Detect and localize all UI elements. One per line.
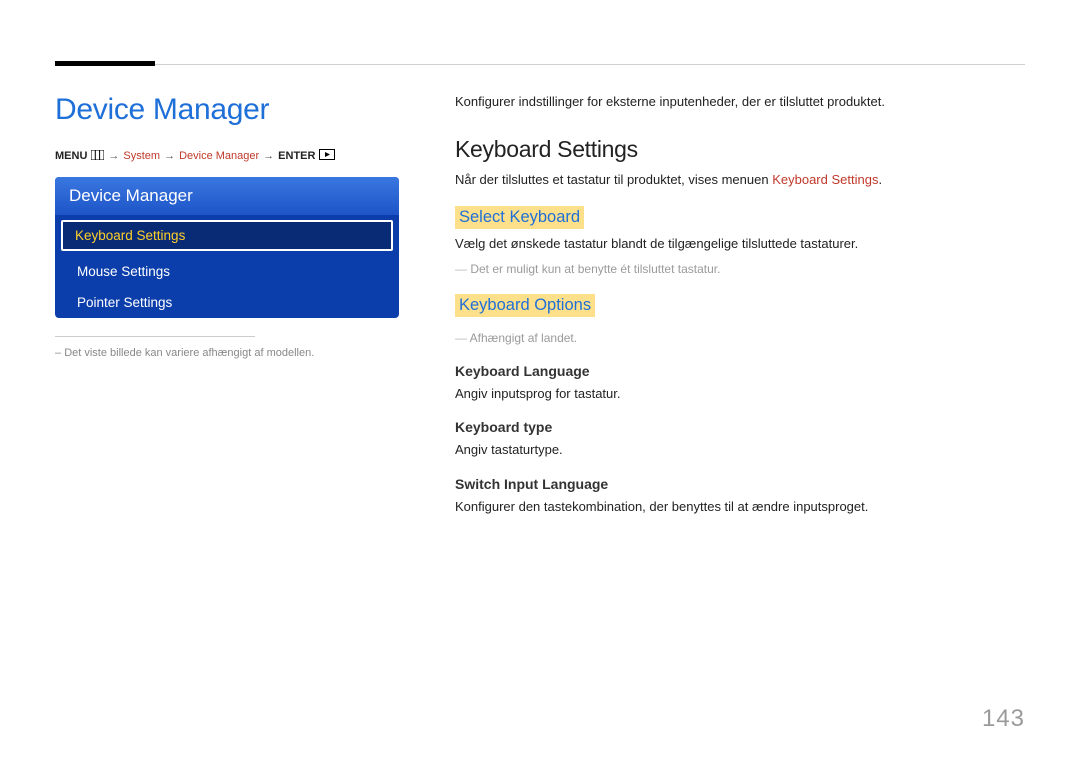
top-rule [55, 55, 1025, 67]
device-manager-menu: Device Manager Keyboard Settings Mouse S… [55, 177, 399, 318]
columns: Device Manager MENU → System → Device Ma… [55, 93, 1025, 517]
breadcrumb: MENU → System → Device Manager → ENTER [55, 149, 399, 163]
subheading-keyboard-options: Keyboard Options [455, 294, 595, 317]
page: Device Manager MENU → System → Device Ma… [0, 0, 1080, 763]
intro-text: Konfigurer indstillinger for eksterne in… [455, 93, 1025, 112]
menu-item-keyboard-settings[interactable]: Keyboard Settings [61, 220, 393, 251]
section-desc-pre: Når der tilsluttes et tastatur til produ… [455, 172, 772, 187]
arrow-icon: → [164, 150, 175, 162]
keyboard-type-desc: Angiv tastaturtype. [455, 441, 1025, 460]
section-desc: Når der tilsluttes et tastatur til produ… [455, 171, 1025, 190]
breadcrumb-menu: MENU [55, 150, 87, 162]
menu-item-pointer-settings[interactable]: Pointer Settings [55, 287, 399, 318]
breadcrumb-system: System [123, 150, 160, 162]
menu-grid-icon [91, 150, 104, 163]
top-rule-bold [55, 61, 155, 66]
menu-item-mouse-settings[interactable]: Mouse Settings [55, 256, 399, 287]
footnote-text: Det viste billede kan variere afhængigt … [64, 347, 314, 359]
page-number: 143 [982, 705, 1025, 733]
section-title-keyboard-settings: Keyboard Settings [455, 136, 1025, 163]
keyboard-options-note: Afhængigt af landet. [455, 329, 1025, 347]
left-footnote: – Det viste billede kan variere afhængig… [55, 345, 399, 363]
heading-keyboard-language: Keyboard Language [455, 363, 1025, 379]
top-rule-light [55, 64, 1025, 65]
breadcrumb-device-manager: Device Manager [179, 150, 259, 162]
page-title: Device Manager [55, 93, 399, 127]
menu-header: Device Manager [55, 177, 399, 215]
select-keyboard-note: Det er muligt kun at benytte ét tilslutt… [455, 260, 1025, 278]
left-divider [55, 336, 255, 337]
left-column: Device Manager MENU → System → Device Ma… [55, 93, 399, 517]
keyboard-language-desc: Angiv inputsprog for tastatur. [455, 385, 1025, 404]
section-desc-post: . [878, 172, 882, 187]
select-keyboard-desc: Vælg det ønskede tastatur blandt de tilg… [455, 235, 1025, 254]
right-column: Konfigurer indstillinger for eksterne in… [455, 93, 1025, 517]
heading-switch-input-language: Switch Input Language [455, 476, 1025, 492]
switch-input-language-desc: Konfigurer den tastekombination, der ben… [455, 498, 1025, 517]
section-desc-accent: Keyboard Settings [772, 172, 878, 187]
arrow-icon: → [263, 150, 274, 162]
subheading-select-keyboard: Select Keyboard [455, 206, 584, 229]
heading-keyboard-type: Keyboard type [455, 419, 1025, 435]
footnote-dash: – [55, 347, 64, 359]
enter-icon [319, 149, 335, 163]
arrow-icon: → [108, 150, 119, 162]
breadcrumb-enter: ENTER [278, 150, 315, 162]
